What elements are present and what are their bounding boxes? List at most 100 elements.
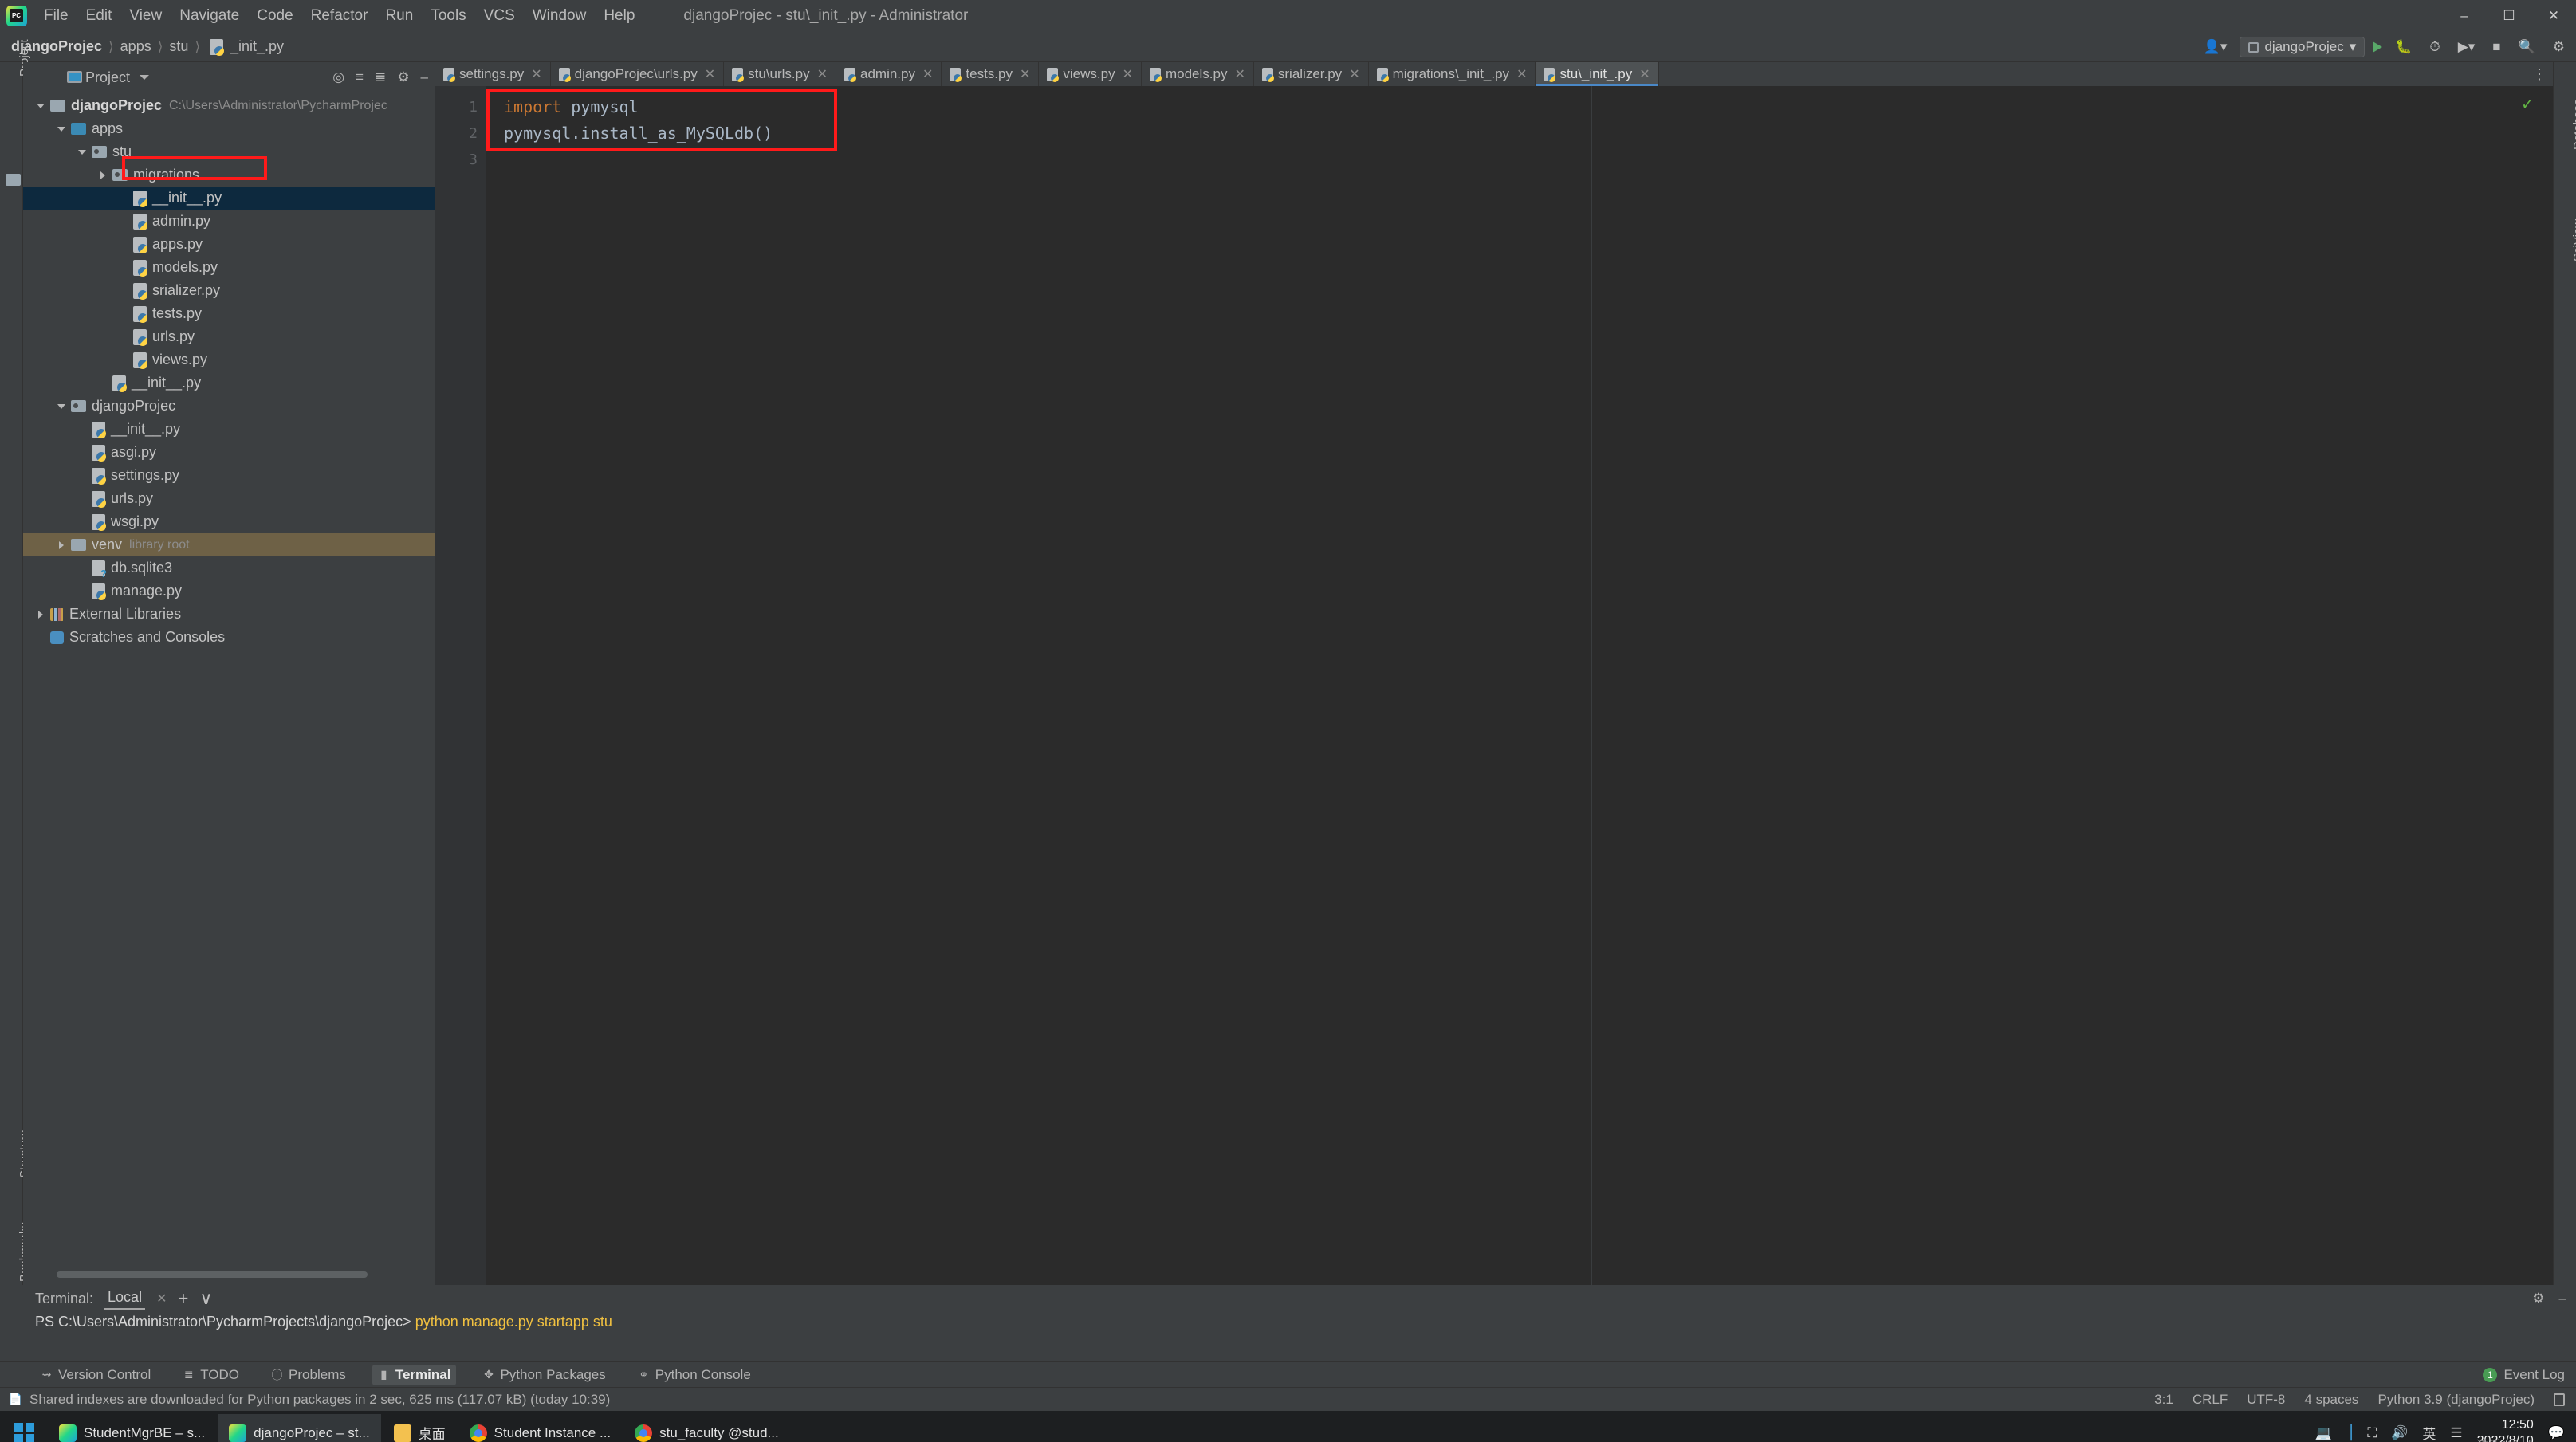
- editor-tab-srializer-py[interactable]: srializer.py ✕: [1254, 62, 1369, 86]
- tree-item-manage-py[interactable]: manage.py: [23, 580, 435, 603]
- minimize-icon[interactable]: –: [2559, 1291, 2566, 1306]
- menu-refactor[interactable]: Refactor: [302, 4, 377, 28]
- python-interpreter[interactable]: Python 3.9 (djangoProjec): [2377, 1392, 2535, 1408]
- editor-tab-djangoprojec-urls-py[interactable]: djangoProjec\urls.py ✕: [551, 62, 725, 86]
- editor-tab-stu--init--py[interactable]: stu\_init_.py ✕: [1536, 62, 1659, 86]
- tree-item-db-sqlite3[interactable]: db.sqlite3: [23, 556, 435, 580]
- tree-item---init---py[interactable]: __init__.py: [23, 418, 435, 441]
- menu-edit[interactable]: Edit: [77, 4, 121, 28]
- tree-item-apps-py[interactable]: apps.py: [23, 233, 435, 256]
- close-icon[interactable]: ✕: [817, 66, 828, 82]
- taskbar-app-studentmgrbe[interactable]: StudentMgrBE – s...: [48, 1414, 216, 1442]
- editor-tab-admin-py[interactable]: admin.py ✕: [836, 62, 942, 86]
- coverage-button[interactable]: ▶▾: [2453, 37, 2480, 57]
- editor-tab-views-py[interactable]: views.py ✕: [1039, 62, 1142, 86]
- rail-folder-icon[interactable]: [6, 174, 21, 186]
- battery-icon[interactable]: ⛶: [2367, 1425, 2377, 1441]
- tool-todo[interactable]: ≣ TODO: [177, 1365, 245, 1385]
- rail-database-label[interactable]: Database: [2571, 99, 2576, 150]
- tree-item-migrations[interactable]: migrations: [23, 163, 435, 187]
- close-icon[interactable]: ✕: [705, 66, 715, 82]
- close-icon[interactable]: ✕: [1234, 66, 1245, 82]
- terminal-output[interactable]: PS C:\Users\Administrator\PycharmProject…: [0, 1312, 2576, 1361]
- close-icon[interactable]: ✕: [1516, 66, 1527, 82]
- run-button[interactable]: [2373, 41, 2383, 53]
- tree-item---init---py[interactable]: __init__.py: [23, 371, 435, 395]
- close-icon[interactable]: ✕: [922, 66, 933, 82]
- tree-twisty-right-icon[interactable]: [34, 608, 47, 621]
- breadcrumb-item-file[interactable]: _init_.py: [230, 38, 284, 55]
- tree-item-external libraries[interactable]: External Libraries: [23, 603, 435, 626]
- gear-icon[interactable]: ⚙: [2532, 1291, 2544, 1306]
- tree-twisty-down-icon[interactable]: [34, 100, 47, 112]
- tree-item-views-py[interactable]: views.py: [23, 348, 435, 371]
- hide-icon[interactable]: –: [421, 69, 428, 85]
- editor-tab-tests-py[interactable]: tests.py ✕: [942, 62, 1040, 86]
- editor-tab-overflow-icon[interactable]: ⋮: [2532, 62, 2548, 86]
- tool-version-control[interactable]: ⇝ Version Control: [35, 1365, 156, 1385]
- start-button[interactable]: [0, 1411, 48, 1442]
- tool-terminal[interactable]: ▮ Terminal: [372, 1364, 457, 1385]
- tree-item-models-py[interactable]: models.py: [23, 256, 435, 279]
- tree-item-wsgi-py[interactable]: wsgi.py: [23, 510, 435, 533]
- inspection-status-icon[interactable]: ✓: [2521, 96, 2534, 114]
- gear-icon[interactable]: ⚙: [397, 69, 409, 85]
- menu-navigate[interactable]: Navigate: [171, 4, 248, 28]
- tree-item-srializer-py[interactable]: srializer.py: [23, 279, 435, 302]
- tree-item-urls-py[interactable]: urls.py: [23, 487, 435, 510]
- menu-window[interactable]: Window: [524, 4, 596, 28]
- taskbar-app-djangoprojec[interactable]: djangoProjec – st...: [218, 1413, 381, 1442]
- minimize-button[interactable]: –: [2442, 0, 2487, 32]
- editor-tab-stu-urls-py[interactable]: stu\urls.py ✕: [724, 62, 836, 86]
- breadcrumb-item-stu[interactable]: stu: [169, 38, 188, 55]
- user-icon[interactable]: 👤▾: [2199, 37, 2232, 57]
- editor-tab-settings-py[interactable]: settings.py ✕: [435, 62, 551, 86]
- tree-item-urls-py[interactable]: urls.py: [23, 325, 435, 348]
- line-separator[interactable]: CRLF: [2193, 1392, 2228, 1408]
- tree-twisty-down-icon[interactable]: [76, 146, 88, 159]
- debug-button[interactable]: 🐛: [2390, 37, 2417, 57]
- tool-problems[interactable]: ⓘ Problems: [265, 1365, 352, 1385]
- network-icon[interactable]: ☰: [2450, 1425, 2462, 1441]
- tree-item-djangoprojec[interactable]: djangoProjec: [23, 395, 435, 418]
- code-editor[interactable]: 1 2 3 import pymysql pymysql.install_as_My…: [435, 86, 2553, 1285]
- menu-vcs[interactable]: VCS: [475, 4, 524, 28]
- collapse-all-icon[interactable]: ≣: [375, 69, 386, 85]
- monitor-icon[interactable]: 💻: [2315, 1425, 2332, 1441]
- gear-icon[interactable]: ⚙: [2548, 37, 2570, 57]
- editor-tab-migrations--init--py[interactable]: migrations\_init_.py ✕: [1369, 62, 1536, 86]
- tree-item-venv[interactable]: venv library root: [23, 533, 435, 556]
- tree-item-djangoprojec[interactable]: djangoProjec C:\Users\Administrator\Pycha…: [23, 94, 435, 117]
- tree-item---init---py[interactable]: __init__.py: [23, 187, 435, 210]
- tool-python-packages[interactable]: ✥ Python Packages: [477, 1365, 611, 1385]
- chevron-down-icon[interactable]: ∨: [199, 1288, 212, 1309]
- menu-tools[interactable]: Tools: [422, 4, 474, 28]
- lock-icon[interactable]: [2554, 1393, 2565, 1406]
- menu-code[interactable]: Code: [248, 4, 301, 28]
- new-terminal-button[interactable]: +: [178, 1288, 188, 1309]
- menu-help[interactable]: Help: [595, 4, 643, 28]
- editor-tab-strip[interactable]: settings.py ✕ djangoProjec\urls.py ✕ stu\url…: [435, 62, 2553, 86]
- menu-file[interactable]: File: [35, 4, 77, 28]
- terminal-tab-local[interactable]: Local: [104, 1287, 146, 1310]
- project-horizontal-scrollbar[interactable]: [57, 1271, 368, 1278]
- breadcrumb-item-apps[interactable]: apps: [120, 38, 151, 55]
- event-log-area[interactable]: 1 Event Log: [2483, 1362, 2565, 1388]
- tree-twisty-down-icon[interactable]: [55, 123, 68, 136]
- tree-twisty-down-icon[interactable]: [55, 400, 68, 413]
- close-icon[interactable]: ✕: [1349, 66, 1359, 82]
- locate-icon[interactable]: ◎: [332, 69, 344, 85]
- search-icon[interactable]: 🔍: [2514, 37, 2540, 57]
- profile-button[interactable]: ⏱: [2425, 37, 2444, 57]
- close-icon[interactable]: ✕: [1020, 66, 1030, 82]
- volume-icon[interactable]: 🔊: [2391, 1425, 2408, 1441]
- close-icon[interactable]: ✕: [1639, 66, 1650, 82]
- project-file-tree[interactable]: djangoProjec C:\Users\Administrator\Pycha…: [23, 92, 435, 1285]
- taskbar-app-desktop[interactable]: 桌面: [383, 1414, 457, 1442]
- tree-item-apps[interactable]: apps: [23, 117, 435, 140]
- expand-all-icon[interactable]: ≡: [356, 69, 364, 85]
- taskbar-app-student-instance[interactable]: Student Instance ...: [458, 1414, 622, 1442]
- caret-position[interactable]: 3:1: [2154, 1392, 2173, 1408]
- bluetooth-icon[interactable]: ⎟: [2346, 1425, 2354, 1441]
- tree-twisty-right-icon[interactable]: [96, 169, 109, 182]
